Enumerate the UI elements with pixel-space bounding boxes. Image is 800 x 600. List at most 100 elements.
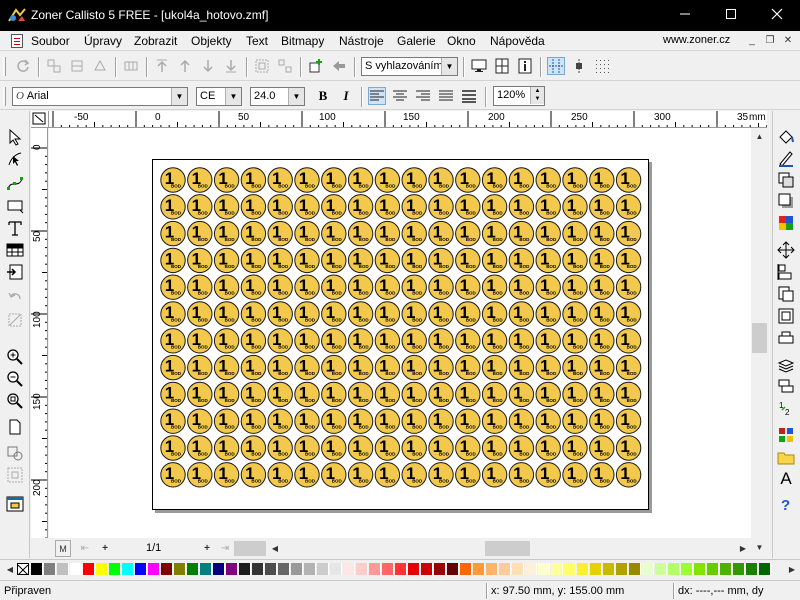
bezier-tool[interactable] [6, 175, 24, 193]
coin[interactable]: 1BOD [481, 354, 508, 381]
color-swatch[interactable] [135, 563, 147, 575]
color-swatch[interactable] [44, 563, 56, 575]
menu-upravy[interactable]: Úpravy [84, 34, 122, 48]
add-page-before-button[interactable]: + [97, 540, 113, 557]
coin[interactable]: 1BOD [562, 194, 588, 220]
coin[interactable]: 1BOD [481, 247, 508, 274]
coin[interactable]: 1BOD [187, 301, 213, 327]
coin[interactable]: 1BOD [213, 247, 240, 274]
coin[interactable]: 1BOD [455, 301, 481, 327]
coin[interactable]: 1BOD [535, 435, 561, 461]
color-swatch[interactable] [343, 563, 355, 575]
scroll-thumb[interactable] [752, 323, 767, 353]
coin[interactable]: 1BOD [615, 274, 642, 300]
color-swatch[interactable] [122, 563, 134, 575]
coin[interactable]: 1BOD [267, 167, 293, 193]
color-swatch[interactable] [161, 563, 173, 575]
coin[interactable]: 1BOD [428, 301, 454, 327]
grid-toggle[interactable] [593, 57, 611, 75]
menu-galerie[interactable]: Galerie [397, 34, 436, 48]
scroll-up-icon[interactable]: ▲ [751, 128, 768, 145]
coin[interactable]: 1BOD [294, 328, 320, 354]
color-swatch[interactable] [759, 563, 771, 575]
coin[interactable]: 1BOD [267, 301, 293, 327]
coin[interactable]: 1BOD [321, 462, 347, 488]
color-swatch[interactable] [746, 563, 758, 575]
coin[interactable]: 1BOD [294, 381, 320, 408]
coin[interactable]: 1BOD [240, 247, 267, 274]
coin[interactable]: 1BOD [589, 408, 615, 434]
color-swatch[interactable] [96, 563, 108, 575]
coin[interactable]: 1BOD [589, 220, 615, 247]
coin[interactable]: 1BOD [428, 220, 454, 247]
color-swatch[interactable] [486, 563, 498, 575]
coin[interactable]: 1BOD [428, 408, 454, 434]
menu-okno[interactable]: Okno [447, 34, 476, 48]
color-swatch[interactable] [395, 563, 407, 575]
color-swatch[interactable] [577, 563, 589, 575]
align-center-button[interactable] [391, 87, 409, 105]
print-tool[interactable] [777, 329, 795, 347]
ruler-corner[interactable] [31, 111, 49, 128]
coin[interactable]: 1BOD [535, 220, 561, 247]
coin[interactable]: 1BOD [187, 408, 213, 434]
coin[interactable]: 1BOD [187, 220, 213, 247]
coin[interactable]: 1BOD [589, 435, 615, 461]
group-button[interactable] [45, 57, 63, 75]
coin[interactable]: 1BOD [535, 167, 561, 193]
coin[interactable]: 1BOD [615, 220, 642, 247]
shadow-tool[interactable] [777, 192, 795, 210]
coin[interactable]: 1BOD [267, 354, 293, 381]
color-swatch[interactable] [460, 563, 472, 575]
coin[interactable]: 1BOD [481, 462, 508, 488]
add-page-after-button[interactable]: + [199, 540, 215, 557]
rectangle-tool[interactable] [6, 197, 24, 215]
coin[interactable]: 1BOD [481, 301, 508, 327]
color-swatch[interactable] [252, 563, 264, 575]
coin[interactable]: 1BOD [240, 328, 267, 354]
coin[interactable]: 1BOD [428, 247, 454, 274]
send-backward-button[interactable] [199, 57, 217, 75]
coin[interactable]: 1BOD [401, 354, 427, 381]
coin[interactable]: 1BOD [562, 381, 588, 408]
coin[interactable]: 1BOD [321, 194, 347, 220]
coin[interactable]: 1BOD [401, 247, 427, 274]
coin[interactable]: 1BOD [294, 247, 320, 274]
color-swatch[interactable] [174, 563, 186, 575]
color-swatch[interactable] [642, 563, 654, 575]
coin[interactable]: 1BOD [455, 194, 481, 220]
coin[interactable]: 1BOD [508, 408, 535, 434]
coin[interactable]: 1BOD [508, 301, 535, 327]
coin[interactable]: 1BOD [401, 381, 427, 408]
grid-view-button[interactable] [493, 57, 511, 75]
coin[interactable]: 1BOD [508, 194, 535, 220]
node-edit-tool[interactable] [6, 150, 24, 168]
coin[interactable]: 1BOD [508, 381, 535, 408]
coin[interactable]: 1BOD [374, 167, 401, 193]
horizontal-scroll-thumb[interactable] [485, 541, 530, 556]
coin[interactable]: 1BOD [213, 462, 240, 488]
italic-button[interactable]: I [337, 87, 355, 105]
coin[interactable]: 1BOD [347, 354, 374, 381]
coin[interactable]: 1BOD [160, 301, 186, 327]
color-swatch[interactable] [590, 563, 602, 575]
coin[interactable]: 1BOD [589, 301, 615, 327]
color-swatch[interactable] [70, 563, 82, 575]
master-page-button[interactable]: M [55, 540, 71, 557]
coin[interactable]: 1BOD [294, 167, 320, 193]
coin[interactable]: 1BOD [508, 435, 535, 461]
refresh-button[interactable] [14, 57, 32, 75]
coin[interactable]: 1BOD [160, 462, 186, 488]
coin[interactable]: 1BOD [562, 435, 588, 461]
envelope-tool[interactable] [6, 466, 24, 484]
coin[interactable]: 1BOD [187, 274, 213, 300]
coin[interactable]: 1BOD [213, 194, 240, 220]
close-button[interactable] [754, 0, 800, 31]
coin[interactable]: 1BOD [267, 408, 293, 434]
coin[interactable]: 1BOD [562, 328, 588, 354]
coin[interactable]: 1BOD [213, 167, 240, 193]
numbering-tool[interactable]: 12 [777, 399, 795, 417]
coin[interactable]: 1BOD [321, 167, 347, 193]
import-tool[interactable] [6, 263, 24, 281]
coin[interactable]: 1BOD [321, 435, 347, 461]
